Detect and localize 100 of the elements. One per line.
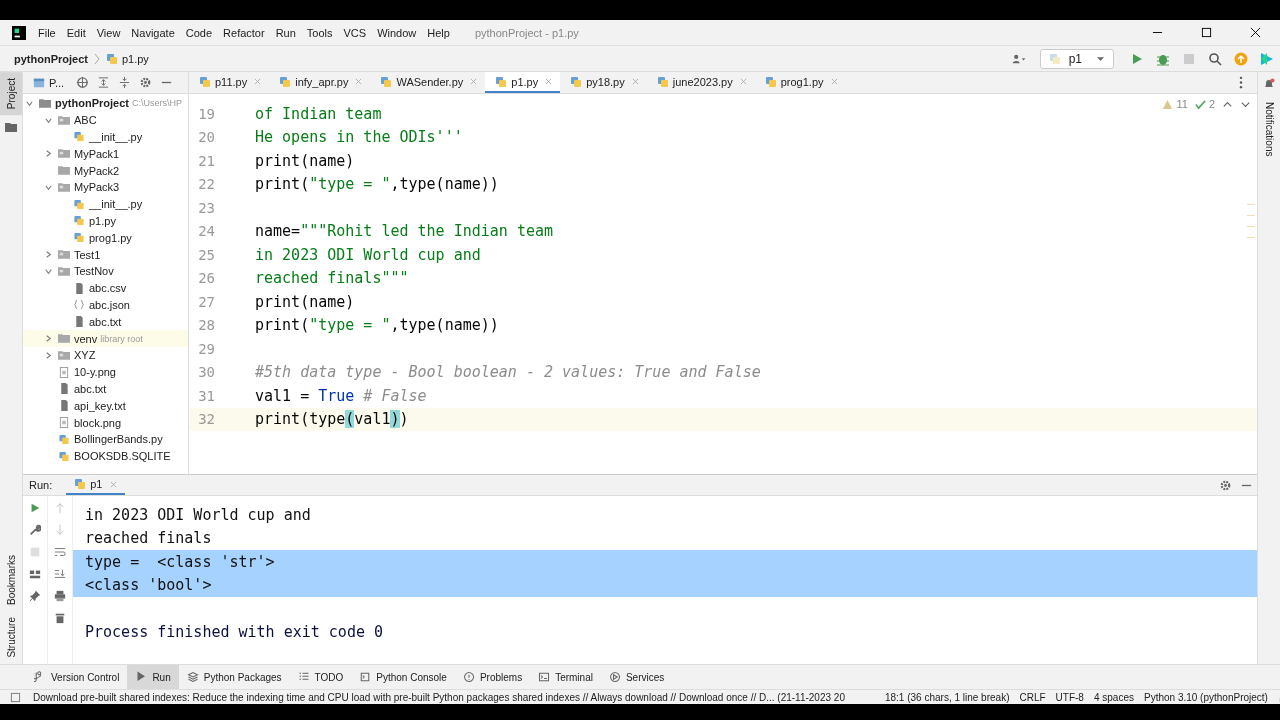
expander-icon[interactable] [44,350,53,360]
close-icon[interactable] [1250,27,1261,38]
tool-window-button[interactable]: Problems [454,665,531,689]
menu-item[interactable]: Run [275,26,296,39]
menu-item[interactable]: File [38,26,56,39]
tool-window-button[interactable]: Services [600,665,673,689]
update-icon[interactable] [1234,51,1248,66]
tree-item[interactable]: MyPack3 [74,181,120,194]
tool-window-tab[interactable]: Notifications [1263,96,1275,163]
menu-item[interactable]: Tools [306,26,333,39]
collapse-all-icon[interactable] [118,76,132,89]
menu-item[interactable]: Window [377,26,417,39]
tool-window-tab[interactable]: Bookmarks [5,549,17,612]
editor-tab[interactable]: infy_apr.py [269,72,371,93]
editor-tab[interactable]: py18.py [560,72,647,93]
search-icon[interactable] [1208,51,1222,66]
tree-item[interactable]: abc.csv [89,282,127,295]
menu-item[interactable]: Refactor [223,26,265,39]
tree-item[interactable]: MyPack2 [74,164,120,177]
tree-item[interactable]: __init__.py [89,198,143,211]
tree-item[interactable]: abc.txt [74,382,107,395]
tree-item[interactable]: ABC [74,114,97,127]
tool-window-button[interactable]: Python Console [351,665,455,689]
target-icon[interactable] [76,76,90,89]
ide-logo-icon[interactable] [1260,51,1274,66]
tool-window-tab[interactable]: Project [0,72,22,116]
tree-item[interactable]: block.png [74,416,122,429]
menu-item[interactable]: Navigate [131,26,175,39]
tree-item[interactable]: api_key.txt [74,399,126,412]
tree-item[interactable]: BollingerBands.py [74,433,163,446]
bell-icon[interactable] [1263,78,1275,90]
expander-icon[interactable] [44,334,53,344]
menu-item[interactable]: Code [185,26,213,39]
tree-item[interactable]: 10-y.png [74,366,116,379]
trash-icon[interactable] [54,612,66,624]
tree-item[interactable]: BOOKSDB.SQLITE [74,450,171,463]
square-icon[interactable] [10,691,21,703]
warning-count[interactable]: 11 [1176,98,1188,110]
check-count[interactable]: 2 [1208,98,1215,110]
expand-all-icon[interactable] [97,76,111,89]
editor-tab[interactable]: p11.py [189,72,270,93]
run-icon[interactable] [1130,51,1144,66]
folder-icon[interactable] [5,121,17,134]
status-message[interactable]: Download pre-built shared indexes: Reduce the indexing time and CPU load with pre-built Python packages shared indexes // Always download // Download once // D... (21-11-2023 20 [33,691,845,703]
layout-icon[interactable] [29,568,41,580]
status-item[interactable]: 4 spaces [1093,691,1134,703]
menu-item[interactable]: Help [427,26,450,39]
line-number: 27 [197,293,215,310]
folder-icon [58,148,70,160]
rerun-icon[interactable] [29,502,41,514]
editor-tab[interactable]: prog1.py [754,72,846,93]
menu-item[interactable]: VCS [343,26,367,39]
expander-icon[interactable] [44,250,53,260]
tool-window-tab[interactable]: Structure [5,611,17,664]
tree-item-hint: C:\Users\HP [131,98,182,109]
caret-icon [1096,55,1105,62]
expander-icon[interactable] [44,149,53,159]
editor-tab[interactable]: p1.py [485,72,561,93]
breadcrumb-project[interactable]: pythonProject [14,52,88,65]
tree-item[interactable]: MyPack1 [74,147,120,160]
tree-item[interactable]: TestNov [74,265,114,278]
folder-icon [58,165,70,177]
tree-item[interactable]: pythonProject [55,97,129,110]
tree-item[interactable]: prog1.py [89,231,132,244]
print-icon[interactable] [54,590,66,602]
menu-item[interactable]: View [96,26,121,39]
tool-window-button[interactable]: TODO [289,665,352,689]
settings-icon[interactable] [1219,478,1232,492]
run-config-dropdown[interactable]: p1 [1039,48,1114,69]
tool-window-button[interactable]: Run [127,665,179,689]
tool-window-button[interactable]: Python Packages [178,665,290,689]
editor-tab[interactable]: june2023.py [646,72,755,93]
panel-title[interactable]: P... [49,76,65,89]
tree-item[interactable]: abc.json [89,298,130,311]
tree-item[interactable]: Test1 [74,248,101,261]
check-icon[interactable] [1194,98,1206,110]
maximize-icon[interactable] [1201,27,1212,38]
tool-window-button[interactable]: Terminal [530,665,601,689]
soft-wrap-icon[interactable] [54,546,66,558]
breadcrumb-file[interactable]: p1.py [121,52,149,65]
tool-window-button[interactable]: Version Control [26,665,128,689]
tree-item[interactable]: p1.py [89,214,116,227]
menu-item[interactable]: Edit [66,26,86,39]
tree-item[interactable]: abc.txt [89,315,122,328]
folder-icon [39,97,51,109]
tree-item[interactable]: XYZ [74,349,96,362]
run-tab[interactable]: p1 [66,475,125,495]
status-item[interactable]: 18:1 (36 chars, 1 line break) [884,691,1010,703]
pin-icon[interactable] [29,590,41,602]
tree-item[interactable]: venv [74,332,98,345]
settings-icon[interactable] [139,76,153,89]
wrench-icon[interactable] [29,524,41,536]
status-item[interactable]: UTF-8 [1055,691,1084,703]
scroll-to-end-icon[interactable] [54,568,66,580]
editor-tab[interactable]: WASender.py [370,72,486,93]
status-item[interactable]: Python 3.10 (pythonProject) [1143,691,1268,703]
more-icon[interactable] [1239,76,1243,89]
tree-item[interactable]: __init__.py [89,131,143,143]
status-item[interactable]: CRLF [1019,691,1046,703]
panel-icon [33,76,45,89]
